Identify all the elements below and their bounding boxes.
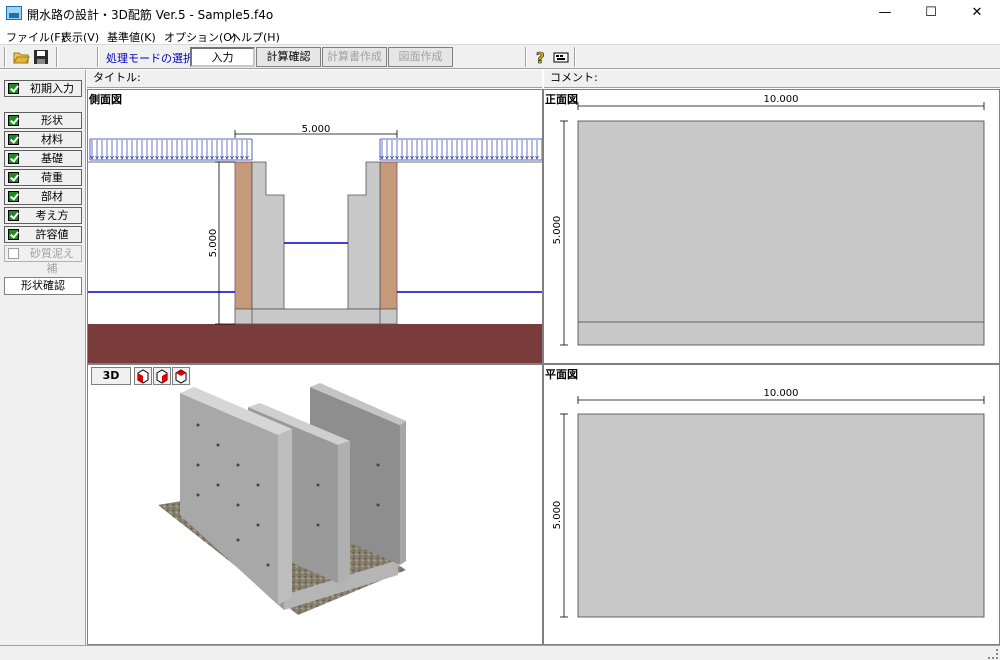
toolbar-separator: [574, 47, 576, 67]
title-bar: 開水路の設計・3D配筋 Ver.5 - Sample5.f4o — ☐ ✕: [0, 0, 1000, 26]
sidebar-item-material[interactable]: 材料: [4, 131, 82, 148]
sidebar-item-shape[interactable]: 形状: [4, 112, 82, 129]
help-icon[interactable]: ?: [532, 48, 550, 68]
sidebar-item-label: 初期入力: [30, 82, 74, 95]
toolbar-separator: [525, 47, 527, 67]
comment-info-bar: コメント:: [544, 70, 1000, 88]
unchecked-icon: [8, 248, 19, 259]
left-wall: [251, 161, 285, 310]
sidebar-item-label: 基礎: [41, 152, 63, 165]
keyboard-icon[interactable]: [552, 48, 570, 66]
sidebar-item-label: 荷重: [41, 171, 63, 184]
side-view-panel[interactable]: 側面図 5.000 5.000: [87, 89, 543, 364]
front-view-drawing: 10.000 5.000: [552, 94, 985, 346]
shape-check-button[interactable]: 形状確認: [4, 277, 82, 295]
checked-icon: [8, 83, 19, 94]
sidebar-item-label: 形状: [41, 114, 63, 127]
menu-file[interactable]: ファイル(F): [6, 29, 65, 45]
input-sidebar: 初期入力 形状 材料 基礎 荷重 部材 考え方 許容値 砂質泥え補 形状確認: [0, 70, 86, 645]
sidebar-item-member[interactable]: 部材: [4, 188, 82, 205]
sidebar-item-foundation[interactable]: 基礎: [4, 150, 82, 167]
close-button[interactable]: ✕: [954, 0, 1000, 26]
checked-icon: [8, 191, 19, 202]
front-view-panel[interactable]: 正面図 10.000 5.000: [543, 89, 1000, 364]
channel-3d-model: [158, 383, 406, 615]
front-width-label: 10.000: [764, 94, 799, 105]
toolbar-separator: [56, 47, 58, 67]
resize-grip[interactable]: [988, 649, 998, 659]
side-height-label: 5.000: [208, 229, 219, 258]
side-view-drawing: 5.000 5.000: [88, 124, 542, 363]
menu-help[interactable]: ヘルプ(H): [230, 29, 280, 45]
sidebar-item-label: 部材: [41, 190, 63, 203]
sidebar-item-label: 砂質泥え補: [30, 247, 74, 275]
comment-info-label: コメント:: [550, 71, 598, 84]
maximize-button[interactable]: ☐: [908, 0, 954, 26]
open-folder-icon[interactable]: [12, 48, 30, 66]
front-height-label: 5.000: [552, 216, 563, 245]
mode-select-label: 処理モードの選択: [106, 52, 194, 65]
toolbar-separator: [97, 47, 99, 67]
toolbar: 処理モードの選択 入力 計算確認 計算書作成 図面作成 ?: [0, 44, 1000, 69]
sidebar-item-label: 許容値: [35, 228, 69, 241]
sidebar-item-approach[interactable]: 考え方: [4, 207, 82, 224]
menu-options[interactable]: オプション(O): [164, 29, 236, 45]
menu-standard[interactable]: 基準値(K): [107, 29, 156, 45]
checked-icon: [8, 229, 19, 240]
window-title: 開水路の設計・3D配筋 Ver.5 - Sample5.f4o: [27, 8, 274, 22]
sidebar-item-label: 材料: [41, 133, 63, 146]
save-icon[interactable]: [32, 48, 50, 66]
title-info-bar: タイトル:: [87, 70, 542, 88]
mode-calc-check-button[interactable]: 計算確認: [256, 47, 321, 67]
minimize-button[interactable]: —: [862, 0, 908, 26]
plan-width-label: 10.000: [764, 388, 799, 399]
plan-view-drawing: 10.000 5.000: [552, 388, 985, 618]
checked-icon: [8, 172, 19, 183]
checked-icon: [8, 115, 19, 126]
base-slab: [234, 308, 398, 325]
sidebar-item-initial-input[interactable]: 初期入力: [4, 80, 82, 97]
left-backfill: [234, 161, 253, 310]
sidebar-item-label: 考え方: [35, 209, 69, 222]
mode-report-button[interactable]: 計算書作成: [322, 47, 387, 67]
sidebar-item-load[interactable]: 荷重: [4, 169, 82, 186]
sidebar-item-disabled[interactable]: 砂質泥え補: [4, 245, 82, 275]
view-3d-panel[interactable]: 3D: [87, 364, 543, 645]
checked-icon: [8, 210, 19, 221]
sidebar-item-allowable[interactable]: 許容値: [4, 226, 82, 243]
app-icon: [6, 6, 22, 20]
toolbar-separator: [4, 47, 6, 67]
right-wall: [347, 161, 381, 310]
right-backfill: [379, 161, 398, 310]
mode-input-button[interactable]: 入力: [190, 47, 255, 67]
svg-text:?: ?: [536, 49, 545, 66]
plan-view-panel[interactable]: 平面図 10.000 5.000: [543, 364, 1000, 645]
menu-bar: ファイル(F) 表示(V) 基準値(K) オプション(O) ヘルプ(H): [0, 26, 1000, 44]
checked-icon: [8, 134, 19, 145]
ground-layer: [88, 324, 542, 363]
checked-icon: [8, 153, 19, 164]
status-bar: [0, 645, 1000, 660]
plan-height-label: 5.000: [552, 501, 563, 530]
side-width-label: 5.000: [302, 124, 331, 135]
mode-drawing-button[interactable]: 図面作成: [388, 47, 453, 67]
menu-view[interactable]: 表示(V): [61, 29, 99, 45]
title-info-label: タイトル:: [93, 71, 141, 84]
